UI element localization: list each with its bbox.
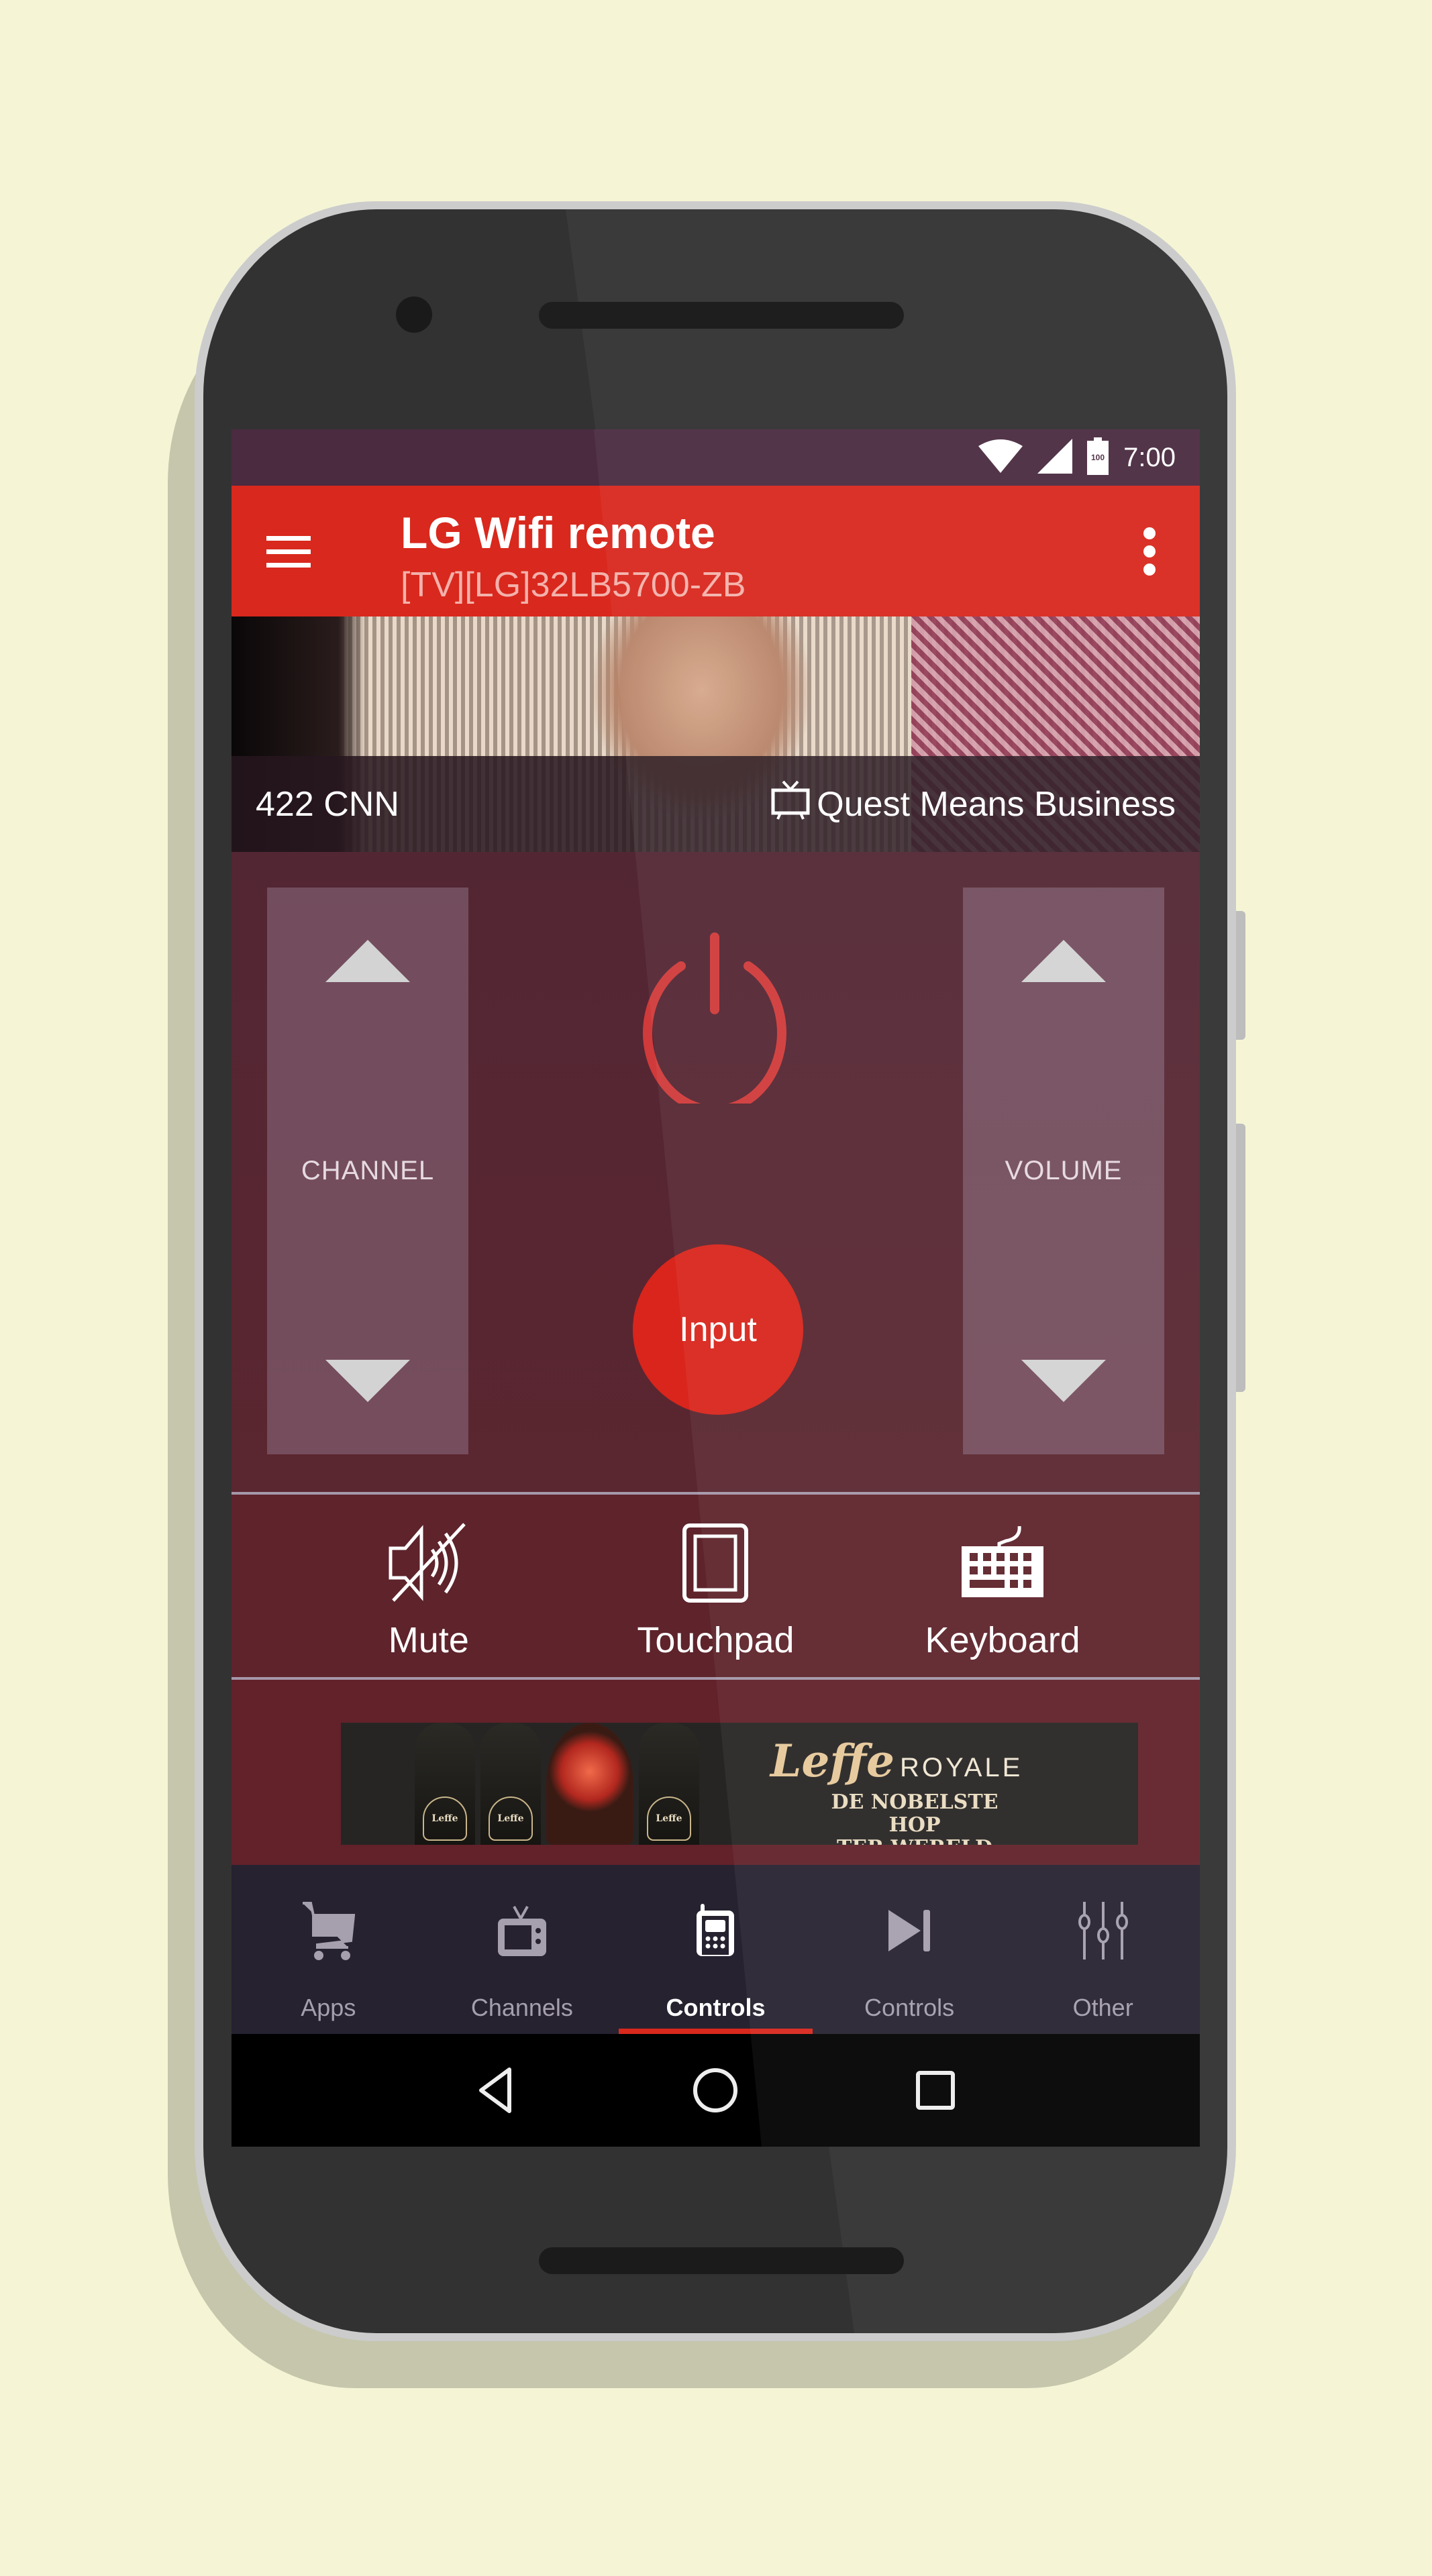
tab-other[interactable]: Other (1006, 1865, 1200, 2034)
mute-button[interactable]: Mute (318, 1495, 540, 1677)
channel-pad: CHANNEL (267, 888, 468, 1454)
ad-brand-name: Leffe (770, 1735, 894, 1787)
keyboard-icon (959, 1520, 1046, 1606)
power-side-button (1236, 911, 1245, 1040)
volume-side-button (1236, 1124, 1245, 1392)
volume-up-button[interactable] (1021, 940, 1106, 982)
keyboard-label: Keyboard (925, 1620, 1080, 1660)
ad-tagline-line: TER WERELD (804, 1837, 1025, 1845)
cart-icon (301, 1897, 356, 1964)
tab-controls[interactable]: Controls (619, 1865, 813, 2034)
touchpad-label: Touchpad (637, 1620, 795, 1660)
wifi-icon (978, 439, 1023, 476)
home-button[interactable] (685, 2060, 746, 2121)
back-icon (478, 2068, 511, 2113)
app-title: LG Wifi remote (401, 508, 715, 557)
back-button[interactable] (466, 2060, 526, 2121)
tv-icon (495, 1897, 549, 1964)
power-icon (643, 932, 786, 1115)
status-time: 7:00 (1123, 442, 1176, 472)
remote-controls: CHANNEL Input VOLUME (232, 852, 1200, 1492)
mute-icon (385, 1520, 472, 1606)
cell-signal-icon (1037, 438, 1073, 477)
active-tab-indicator (619, 2029, 813, 2034)
ad-tagline: DE NOBELSTE HOP TER WERELD (804, 1791, 1025, 1845)
volume-label: VOLUME (1005, 1156, 1123, 1185)
tab-label: Controls (666, 1994, 766, 2021)
keyboard-button[interactable]: Keyboard (892, 1495, 1113, 1677)
battery-icon: 100 (1087, 437, 1109, 478)
channel-down-button[interactable] (325, 1360, 410, 1402)
channel-label: CHANNEL (301, 1156, 435, 1185)
phone-screen: 100 7:00 LG Wifi remote [TV][LG]32LB5700… (232, 429, 1200, 2147)
ad-area: Leffe Leffe Leffe Leffe ROYALE DE NOBELS… (232, 1680, 1200, 1865)
input-button[interactable]: Input (633, 1244, 803, 1415)
volume-pad: VOLUME (963, 888, 1164, 1454)
tab-label: Apps (301, 1994, 356, 2021)
ad-image: Leffe Leffe Leffe (341, 1723, 770, 1845)
ad-bottle: Leffe (639, 1723, 699, 1845)
tab-label: Controls (864, 1994, 955, 2021)
mute-label: Mute (388, 1620, 469, 1660)
tab-channels[interactable]: Channels (425, 1865, 619, 2034)
home-icon (693, 2068, 738, 2112)
power-button[interactable] (635, 929, 794, 1115)
ad-brand: Leffe ROYALE (770, 1735, 1023, 1787)
device-name: [TV][LG]32LB5700-ZB (401, 566, 746, 604)
ad-glass (546, 1723, 633, 1845)
skip-next-icon (886, 1897, 933, 1964)
tv-icon (770, 779, 811, 829)
tab-label: Other (1072, 1994, 1133, 2021)
more-vert-icon[interactable] (1139, 527, 1160, 576)
remote-icon (695, 1897, 735, 1964)
now-playing-bar: 422 CNN Quest Means Business (232, 756, 1200, 852)
hamburger-menu-icon[interactable] (266, 527, 315, 576)
current-program: Quest Means Business (770, 779, 1176, 829)
ad-bottle: Leffe (480, 1723, 541, 1845)
tv-preview[interactable]: 422 CNN Quest Means Business (232, 616, 1200, 852)
earpiece-speaker (539, 302, 904, 329)
program-title: Quest Means Business (817, 784, 1176, 824)
channel-up-button[interactable] (325, 940, 410, 982)
ad-tagline-line: DE NOBELSTE HOP (831, 1790, 999, 1837)
quick-actions: Mute Touchpad Keyboard (232, 1495, 1200, 1677)
ad-banner[interactable]: Leffe Leffe Leffe Leffe ROYALE DE NOBELS… (341, 1723, 1138, 1845)
volume-down-button[interactable] (1021, 1360, 1106, 1402)
tab-media-controls[interactable]: Controls (813, 1865, 1007, 2034)
front-camera (396, 297, 432, 333)
bottom-nav: Apps Channels Controls Controls Other (232, 1865, 1200, 2034)
recents-button[interactable] (905, 2060, 966, 2121)
app-bar: LG Wifi remote [TV][LG]32LB5700-ZB (232, 486, 1200, 616)
bottom-speaker (539, 2247, 904, 2274)
ad-brand-sub: ROYALE (899, 1753, 1023, 1782)
sliders-icon (1076, 1897, 1130, 1964)
battery-level: 100 (1091, 453, 1105, 462)
recents-icon (916, 2071, 956, 2110)
tab-label: Channels (470, 1994, 573, 2021)
touchpad-icon (682, 1520, 749, 1606)
tab-apps[interactable]: Apps (232, 1865, 425, 2034)
ad-bottle: Leffe (415, 1723, 475, 1845)
touchpad-button[interactable]: Touchpad (605, 1495, 826, 1677)
current-channel: 422 CNN (256, 784, 399, 824)
system-nav-bar (232, 2034, 1200, 2147)
status-bar: 100 7:00 (232, 429, 1200, 486)
